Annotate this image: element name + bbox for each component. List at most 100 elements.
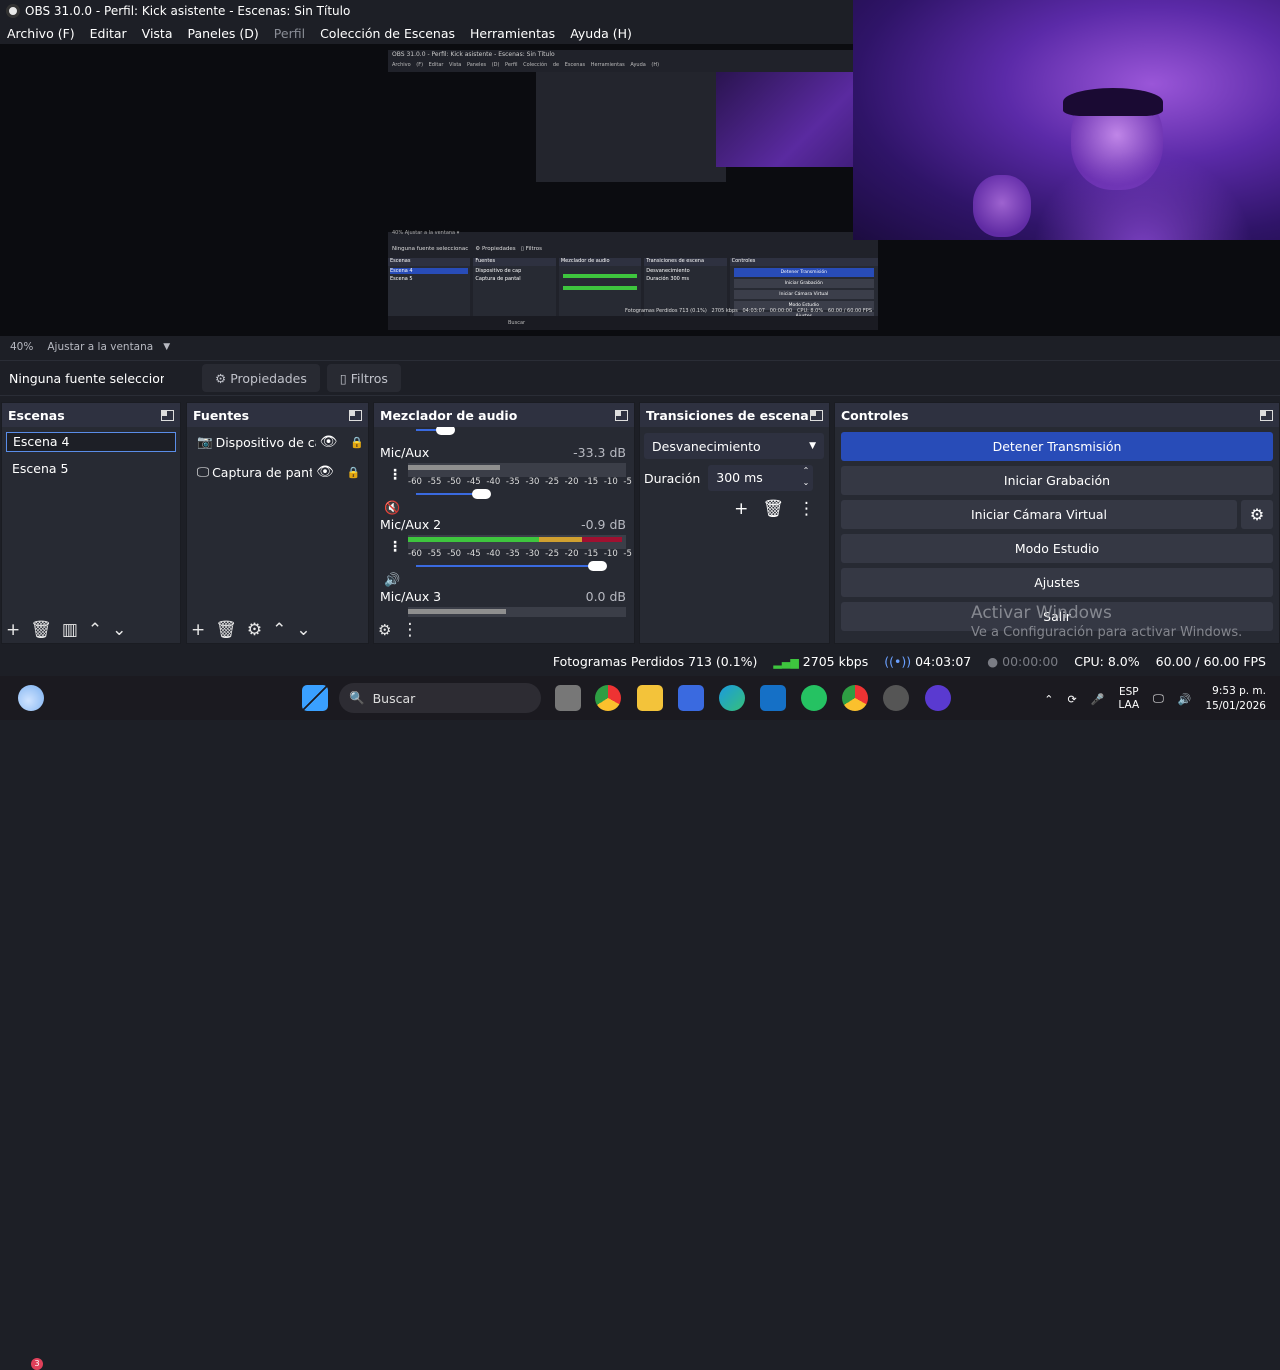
add-icon[interactable]: + [734, 499, 748, 519]
chevron-down-icon[interactable]: ⌄ [296, 620, 310, 640]
kebab-menu-icon[interactable]: ⋮ [401, 620, 418, 640]
zoom-fit-label[interactable]: Ajustar a la ventana [47, 341, 153, 353]
volume-slider-partial[interactable] [408, 427, 626, 437]
kebab-menu-icon[interactable]: ⋮ [798, 499, 815, 519]
stop-stream-button[interactable]: Detener Transmisión [841, 432, 1273, 461]
app-icon[interactable] [760, 685, 786, 711]
source-item-camera[interactable]: 📷 Dispositivo de cap 👁 🔒 [187, 427, 368, 457]
fps: 60.00 / 60.00 FPS [1155, 653, 1266, 669]
trash-icon[interactable]: 🗑 [30, 620, 52, 640]
scene-item-escena-4[interactable]: Escena 4 [6, 432, 176, 452]
level-meter [408, 607, 626, 617]
channel-db: 0.0 dB [585, 589, 626, 604]
meter-fill-red [582, 537, 622, 542]
chrome-icon[interactable] [595, 685, 621, 711]
start-virtual-camera-button[interactable]: Iniciar Cámara Virtual [841, 500, 1237, 529]
menu-archivo[interactable]: Archivo (F) [7, 26, 75, 41]
windows-start-icon[interactable] [302, 685, 328, 711]
menu-paneles[interactable]: Paneles (D) [188, 26, 259, 41]
settings-button[interactable]: Ajustes [841, 568, 1273, 597]
menu-coleccion-escenas[interactable]: Colección de Escenas [320, 26, 455, 41]
undock-icon[interactable] [615, 409, 628, 421]
zoom-level[interactable]: 40% [10, 341, 33, 353]
date: 15/01/2026 [1205, 700, 1266, 712]
stepper-icon[interactable]: ⌃ ⌄ [803, 465, 810, 489]
task-view-icon[interactable] [555, 685, 581, 711]
virtual-camera-settings-button[interactable]: ⚙ [1241, 500, 1273, 529]
record-time: 00:00:00 [1002, 653, 1059, 669]
studio-mode-button[interactable]: Modo Estudio [841, 534, 1273, 563]
weather-icon[interactable] [18, 685, 44, 711]
meter-fill-yellow [538, 537, 583, 542]
controls-title: Controles [841, 407, 909, 423]
sync-icon[interactable]: ⟳ [1067, 693, 1076, 706]
volume-slider[interactable] [408, 487, 626, 501]
transition-select[interactable]: Desvanecimiento ▼ [644, 433, 824, 459]
zoom-bar: 40% Ajustar a la ventana ▼ [0, 337, 1280, 357]
chevron-down-icon[interactable]: ⌄ [112, 620, 126, 640]
speaker-muted-icon[interactable]: 🔇 [384, 501, 400, 516]
filter-icon[interactable]: ▥ [62, 620, 78, 640]
cpu-usage: CPU: 8.0% [1074, 653, 1140, 669]
clock[interactable]: 9:53 p. m. 15/01/2026 [1205, 684, 1266, 714]
menu-herramientas[interactable]: Herramientas [470, 26, 555, 41]
undock-icon[interactable] [1260, 409, 1273, 421]
app-icon[interactable] [925, 685, 951, 711]
chevron-up-icon[interactable]: ⌃ [1044, 693, 1053, 706]
taskbar-search[interactable]: 🔍 Buscar [339, 683, 541, 713]
lock-icon[interactable]: 🔒 [347, 466, 361, 479]
language-indicator[interactable]: ESP LAA [1118, 686, 1139, 712]
trash-icon[interactable]: 🗑 [762, 499, 784, 519]
nested-screen-capture: OBS 31.0.0 - Perfil: Kick asistente - Es… [388, 50, 878, 330]
network-icon[interactable]: 🖵 [1153, 692, 1164, 706]
layout-code: LAA [1118, 699, 1140, 711]
gear-icon[interactable]: ⚙ [378, 621, 391, 639]
source-label: Captura de pantal [212, 464, 313, 480]
channel-name: Mic/Aux 2 [380, 517, 442, 532]
duration-input[interactable]: 300 ms ⌃ ⌄ [708, 465, 814, 491]
volume-slider[interactable] [408, 559, 626, 573]
sources-title: Fuentes [193, 407, 250, 423]
start-recording-button[interactable]: Iniciar Grabación [841, 466, 1273, 495]
filters-button[interactable]: ▯ Filtros [326, 364, 401, 392]
gear-icon[interactable]: ⚙ [247, 620, 262, 640]
whatsapp-icon[interactable] [801, 685, 827, 711]
microphone-icon[interactable]: 🎤 [1091, 693, 1105, 706]
menu-vista[interactable]: Vista [142, 26, 173, 41]
menu-editar[interactable]: Editar [90, 26, 127, 41]
undock-icon[interactable] [161, 409, 174, 421]
speaker-icon[interactable]: 🔊 [384, 573, 400, 588]
chrome-icon[interactable] [842, 685, 868, 711]
properties-label: Propiedades [230, 370, 307, 386]
chevron-up-icon[interactable]: ⌃ [272, 620, 286, 640]
kebab-menu-icon[interactable]: ⋮ [388, 467, 402, 483]
edge-icon[interactable] [719, 685, 745, 711]
sources-dock: Fuentes 📷 Dispositivo de cap 👁 🔒 🖵 Captu… [186, 402, 369, 644]
obs-taskbar-icon[interactable] [883, 685, 909, 711]
zoom-dropdown-icon[interactable]: ▼ [163, 342, 170, 352]
status-bar: Fotogramas Perdidos 713 (0.1%) ▂▄▆ 2705 … [0, 649, 1280, 673]
add-icon[interactable]: + [6, 620, 20, 640]
trash-icon[interactable]: 🗑 [215, 620, 237, 640]
add-icon[interactable]: + [191, 620, 205, 640]
channel-name: Mic/Aux [380, 445, 430, 460]
kebab-menu-icon[interactable]: ⋮ [388, 539, 402, 555]
lock-icon[interactable]: 🔒 [350, 436, 364, 449]
properties-button[interactable]: ⚙ Propiedades [202, 364, 320, 392]
file-explorer-icon[interactable] [637, 685, 663, 711]
stream-icon: ((•)) [884, 653, 912, 669]
source-item-screen[interactable]: 🖵 Captura de pantal 👁 🔒 [187, 457, 368, 487]
eye-icon[interactable]: 👁 [316, 464, 334, 480]
undock-icon[interactable] [810, 409, 823, 421]
menu-ayuda[interactable]: Ayuda (H) [570, 26, 632, 41]
channel-db: -0.9 dB [581, 517, 626, 532]
transitions-title: Transiciones de escena [646, 407, 809, 423]
scene-item-escena-5[interactable]: Escena 5 [6, 456, 176, 482]
undock-icon[interactable] [349, 409, 362, 421]
meter-fill-green [408, 537, 539, 542]
volume-icon[interactable]: 🔊 [1178, 693, 1192, 706]
lang-code: ESP [1118, 686, 1139, 698]
eye-icon[interactable]: 👁 [320, 434, 338, 450]
store-icon[interactable] [678, 685, 704, 711]
chevron-up-icon[interactable]: ⌃ [88, 620, 102, 640]
